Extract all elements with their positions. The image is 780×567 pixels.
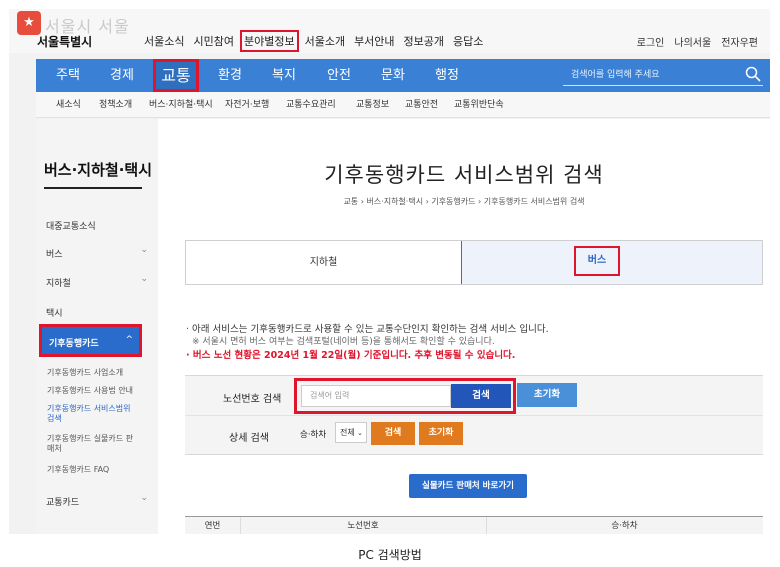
main-nav-welfare[interactable]: 복지 [272,59,296,92]
account-nav: 로그인 나의서울 전자우편 [637,34,758,49]
sidebar-item-transit-news[interactable]: 대중교통소식 [46,219,96,232]
top-header: ★ 서울시 서울 서울특별시 서울소식 시민참여 분야별정보 서울소개 부서안내… [9,9,770,53]
sidebar-subitem-service-search[interactable]: 기후동행카드 서비스범위 검색 [47,404,137,424]
sub-nav-traffic-safety[interactable]: 교통안전 [405,92,438,118]
chevron-down-icon: ⌄ [140,245,148,255]
login-link[interactable]: 로그인 [637,34,665,49]
main-nav-culture[interactable]: 문화 [381,59,405,92]
notice-line-3: 버스 노선 현황은 2024년 1월 22일(월) 기준입니다. 추후 변동될 … [192,350,516,361]
chevron-down-icon: ⌄ [354,429,363,437]
sub-nav-demand[interactable]: 교통수요관리 [286,92,336,118]
screenshot-frame: ★ 서울시 서울 서울특별시 서울소식 시민참여 분야별정보 서울소개 부서안내… [9,9,770,534]
route-search-label: 노선번호 검색 [223,394,282,405]
sub-nav-bicycle[interactable]: 자전거·보행 [225,92,269,118]
main-nav: 주택 경제 교통 환경 복지 안전 문화 행정 검색어를 입력해 주세요 [36,59,770,92]
main-nav-transport[interactable]: 교통 [153,59,199,92]
transport-tabs: 지하철 버스 [185,240,763,285]
route-search-button[interactable]: 검색 [451,384,511,408]
detail-search-label: 상세 검색 [229,433,269,444]
chevron-down-icon: ⌄ [140,274,148,284]
utility-nav: 서울소식 시민참여 분야별정보 서울소개 부서안내 정보공개 응답소 [144,30,483,52]
utility-nav-news[interactable]: 서울소식 [144,33,184,49]
results-table-header: 연번 노선번호 승·하차 [185,516,763,534]
sub-nav-traffic-info[interactable]: 교통정보 [356,92,389,118]
sub-nav-enforcement[interactable]: 교통위반단속 [454,92,504,118]
sidebar-title: 버스·지하철·택시 [44,161,152,179]
column-header-number: 연번 [204,521,221,531]
main-nav-environment[interactable]: 환경 [218,59,242,92]
main-nav-safety[interactable]: 안전 [327,59,351,92]
sidebar-subitem-faq[interactable]: 기후동행카드 FAQ [47,465,109,475]
sidebar-item-transit-card[interactable]: 교통카드 [46,495,79,508]
search-panel: 노선번호 검색 검색어 입력 검색 초기화 상세 검색 승·하차 전체 ⌄ 검색… [185,375,763,455]
site-search-placeholder: 검색어를 입력해 주세요 [571,70,660,80]
detail-search-button[interactable]: 검색 [371,422,415,445]
sub-nav-policy[interactable]: 정책소개 [99,92,132,118]
notice-text: · 아래 서비스는 기후동행카드로 사용할 수 있는 교통수단인지 확인하는 검… [186,323,549,362]
main-content: 기후동행카드 서비스범위 검색 교통 › 버스·지하철·택시 › 기후동행카드 … [158,119,770,534]
notice-line-1: 아래 서비스는 기후동행카드로 사용할 수 있는 교통수단인지 확인하는 검색 … [192,324,549,335]
detail-reset-button[interactable]: 초기화 [419,422,463,445]
route-reset-button[interactable]: 초기화 [517,383,577,407]
direction-label: 승·하차 [300,430,327,440]
sidebar-item-label: 기후동행카드 [49,339,99,349]
tab-bus[interactable]: 버스 [461,241,762,284]
utility-nav-about[interactable]: 서울소개 [305,33,345,49]
site-logo[interactable]: 서울특별시 [37,33,92,50]
row-divider [185,415,763,416]
column-header-route: 노선번호 [347,521,379,531]
sub-nav-bus-subway-taxi[interactable]: 버스·지하철·택시 [149,92,213,118]
utility-nav-field-info[interactable]: 분야별정보 [239,30,299,52]
sidebar-subitem-usage[interactable]: 기후동행카드 사용법 안내 [47,386,133,396]
email-link[interactable]: 전자우편 [721,34,758,49]
sidebar-divider [44,187,142,189]
route-search-highlight: 검색어 입력 검색 [294,378,516,414]
site-search-input[interactable]: 검색어를 입력해 주세요 [563,64,763,86]
tab-subway[interactable]: 지하철 [186,241,461,284]
chevron-up-icon: ^ [125,335,133,345]
chevron-down-icon: ⌄ [140,493,148,503]
utility-nav-response[interactable]: 응답소 [453,33,483,49]
sidebar: 버스·지하철·택시 대중교통소식 버스 ⌄ 지하철 ⌄ 택시 기후동행카드 ^ … [36,119,158,534]
sidebar-item-subway[interactable]: 지하철 [46,276,71,289]
direction-select[interactable]: 전체 ⌄ [335,422,367,443]
main-nav-administration[interactable]: 행정 [435,59,459,92]
sidebar-subitem-store[interactable]: 기후동행카드 실물카드 판매처 [47,434,137,454]
route-search-input[interactable]: 검색어 입력 [301,385,451,407]
main-nav-housing[interactable]: 주택 [56,59,80,92]
main-nav-economy[interactable]: 경제 [110,59,134,92]
direction-select-value: 전체 [340,428,355,437]
column-header-direction: 승·하차 [611,521,638,531]
sidebar-subitem-intro[interactable]: 기후동행카드 사업소개 [47,368,123,378]
notice-line-2: ※ 서울시 면허 버스 여부는 검색포털(네이버 등)을 통해서도 확인할 수 … [192,337,495,347]
image-caption: PC 검색방법 [358,548,422,562]
bullet-icon: · [186,350,193,361]
breadcrumb: 교통 › 버스·지하철·택시 › 기후동행카드 › 기후동행카드 서비스범위 검… [343,197,585,206]
sidebar-item-bus[interactable]: 버스 [46,247,63,260]
page-title: 기후동행카드 서비스범위 검색 [324,163,604,187]
my-seoul-link[interactable]: 나의서울 [674,34,711,49]
utility-nav-departments[interactable]: 부서안내 [354,33,394,49]
search-icon[interactable] [745,66,761,82]
sub-nav-news[interactable]: 새소식 [56,92,81,118]
store-link-button[interactable]: 실물카드 판매처 바로가기 [409,474,527,498]
utility-nav-participation[interactable]: 시민참여 [193,33,233,49]
utility-nav-disclosure[interactable]: 정보공개 [404,33,444,49]
seoul-logo-icon[interactable]: ★ [17,11,41,35]
sidebar-item-climate-card[interactable]: 기후동행카드 ^ [39,324,142,357]
sidebar-item-taxi[interactable]: 택시 [46,306,63,319]
sub-nav: 새소식 정책소개 버스·지하철·택시 자전거·보행 교통수요관리 교통정보 교통… [36,92,770,118]
tab-bus-label: 버스 [574,246,620,276]
